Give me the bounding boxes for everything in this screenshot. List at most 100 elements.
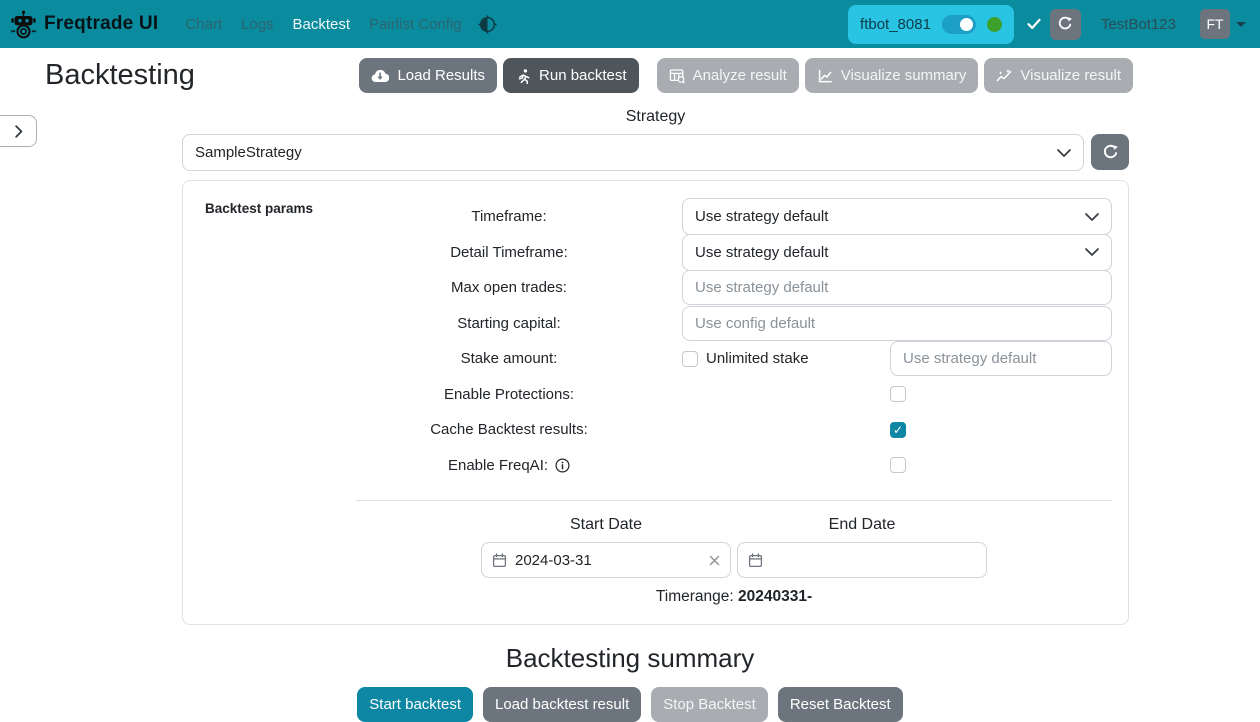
start-backtest-button[interactable]: Start backtest	[357, 687, 473, 722]
summary-title: Backtesting summary	[0, 643, 1260, 674]
bot-toggle-knob	[960, 18, 973, 31]
calendar-icon	[748, 553, 763, 568]
button-label: Run backtest	[539, 67, 627, 84]
theme-toggle-icon[interactable]	[478, 15, 497, 34]
detail-timeframe-label: Detail Timeframe:	[356, 244, 682, 261]
refresh-icon	[1057, 16, 1073, 32]
reset-backtest-button[interactable]: Reset Backtest	[778, 687, 903, 722]
header-actions: Load Results Run backtest	[359, 58, 1133, 93]
button-label: Visualize result	[1020, 67, 1121, 84]
page-header: Backtesting Load Results Run backtest	[0, 48, 1260, 93]
button-label: Visualize summary	[841, 67, 967, 84]
detail-timeframe-select-value: Use strategy default	[695, 244, 1085, 261]
summary-actions: Start backtest Load backtest result Stop…	[0, 687, 1260, 722]
check-icon	[1027, 18, 1041, 30]
date-range-section: Start Date	[356, 516, 1112, 578]
strategy-select[interactable]: SampleStrategy	[182, 134, 1084, 171]
cache-results-row: Cache Backtest results:	[356, 412, 1112, 448]
nav-link-logs[interactable]: Logs	[241, 16, 274, 33]
unlimited-stake-label: Unlimited stake	[706, 350, 809, 367]
starting-capital-row: Starting capital:	[356, 306, 1112, 342]
running-person-icon	[515, 68, 531, 84]
nav-link-pairlist-config[interactable]: Pairlist Config	[369, 16, 462, 33]
navbar: Freqtrade UI Chart Logs Backtest Pairlis…	[0, 0, 1260, 48]
start-date-label: Start Date	[481, 516, 731, 534]
visualize-summary-button[interactable]: Visualize summary	[805, 58, 979, 93]
bot-name: ftbot_8081	[860, 16, 931, 33]
chevron-down-icon	[1057, 149, 1071, 157]
timeframe-select[interactable]: Use strategy default	[682, 198, 1112, 235]
strategy-refresh-button[interactable]	[1091, 134, 1129, 170]
timerange-value: 20240331-	[738, 588, 812, 605]
line-chart-icon	[817, 68, 833, 84]
nav-link-backtest[interactable]: Backtest	[293, 16, 351, 33]
enable-protections-checkbox[interactable]	[890, 386, 906, 402]
max-open-trades-label: Max open trades:	[356, 279, 682, 296]
starting-capital-label: Starting capital:	[356, 315, 682, 332]
enable-freqai-row: Enable FreqAI:	[356, 448, 1112, 484]
strategy-select-value: SampleStrategy	[195, 144, 1057, 161]
timeframe-row: Timeframe: Use strategy default	[356, 199, 1112, 235]
button-label: Analyze result	[693, 67, 787, 84]
brand-title: Freqtrade UI	[44, 13, 158, 35]
stop-backtest-button[interactable]: Stop Backtest	[651, 687, 768, 722]
strategy-label: Strategy	[182, 108, 1129, 126]
freqtrade-robot-logo-icon	[10, 10, 37, 39]
chevron-down-icon	[1085, 213, 1099, 221]
timerange-label: Timerange:	[656, 588, 734, 605]
chevron-right-icon	[15, 125, 23, 138]
button-label: Load Results	[397, 67, 485, 84]
username: TestBot123	[1101, 16, 1176, 33]
run-backtest-button[interactable]: Run backtest	[503, 58, 639, 93]
params-legend: Backtest params	[205, 199, 356, 606]
start-date-field[interactable]	[481, 542, 731, 578]
refresh-icon	[1102, 144, 1119, 161]
info-icon[interactable]	[555, 458, 570, 473]
stake-amount-label: Stake amount:	[356, 350, 682, 367]
enable-protections-label: Enable Protections:	[356, 386, 682, 403]
max-open-trades-row: Max open trades:	[356, 270, 1112, 306]
end-date-label: End Date	[737, 516, 987, 534]
cache-results-checkbox[interactable]	[890, 422, 906, 438]
load-results-button[interactable]: Load Results	[359, 58, 497, 93]
max-open-trades-input[interactable]	[682, 270, 1112, 305]
enable-protections-row: Enable Protections:	[356, 377, 1112, 413]
end-date-field[interactable]	[737, 542, 987, 578]
timeframe-select-value: Use strategy default	[695, 208, 1085, 225]
bot-toggle[interactable]	[942, 15, 976, 34]
stake-amount-row: Stake amount: Unlimited stake	[356, 341, 1112, 377]
backtest-params-card: Backtest params Timeframe: Use strategy …	[182, 180, 1129, 625]
strategy-section: Strategy SampleStrategy	[182, 108, 1129, 171]
timerange-display: Timerange: 20240331-	[356, 588, 1112, 606]
unlimited-stake-checkbox[interactable]	[682, 351, 698, 367]
detail-timeframe-row: Detail Timeframe: Use strategy default	[356, 235, 1112, 271]
user-menu-caret-icon[interactable]	[1236, 22, 1246, 27]
brand[interactable]: Freqtrade UI	[10, 10, 158, 39]
enable-freqai-label: Enable FreqAI:	[448, 457, 548, 474]
page-title: Backtesting	[45, 59, 195, 92]
visualize-result-button[interactable]: Visualize result	[984, 58, 1133, 93]
nav-links: Chart Logs Backtest Pairlist Config	[185, 16, 461, 33]
detail-timeframe-select[interactable]: Use strategy default	[682, 234, 1112, 271]
calendar-icon	[492, 553, 507, 568]
end-date-input[interactable]	[771, 552, 976, 569]
chevron-down-icon	[1085, 248, 1099, 256]
clear-date-icon[interactable]	[709, 555, 720, 566]
navbar-right: ftbot_8081 TestBot123 FT	[848, 5, 1246, 44]
load-backtest-result-button[interactable]: Load backtest result	[483, 687, 641, 722]
params-form: Timeframe: Use strategy default Detail T…	[356, 199, 1112, 606]
bot-online-dot	[987, 17, 1002, 32]
bot-selector[interactable]: ftbot_8081	[848, 5, 1014, 44]
bot-refresh-button[interactable]	[1050, 9, 1081, 40]
sidebar-expand-button[interactable]	[0, 115, 37, 147]
enable-freqai-checkbox[interactable]	[890, 457, 906, 473]
nav-link-chart[interactable]: Chart	[185, 16, 222, 33]
sparkline-icon	[996, 68, 1012, 84]
cloud-download-icon	[371, 68, 389, 83]
user-avatar[interactable]: FT	[1200, 9, 1230, 39]
analyze-result-button[interactable]: Analyze result	[657, 58, 799, 93]
cache-results-label: Cache Backtest results:	[356, 421, 682, 438]
start-date-input[interactable]	[515, 552, 701, 569]
starting-capital-input[interactable]	[682, 306, 1112, 341]
stake-amount-input[interactable]	[890, 341, 1112, 376]
